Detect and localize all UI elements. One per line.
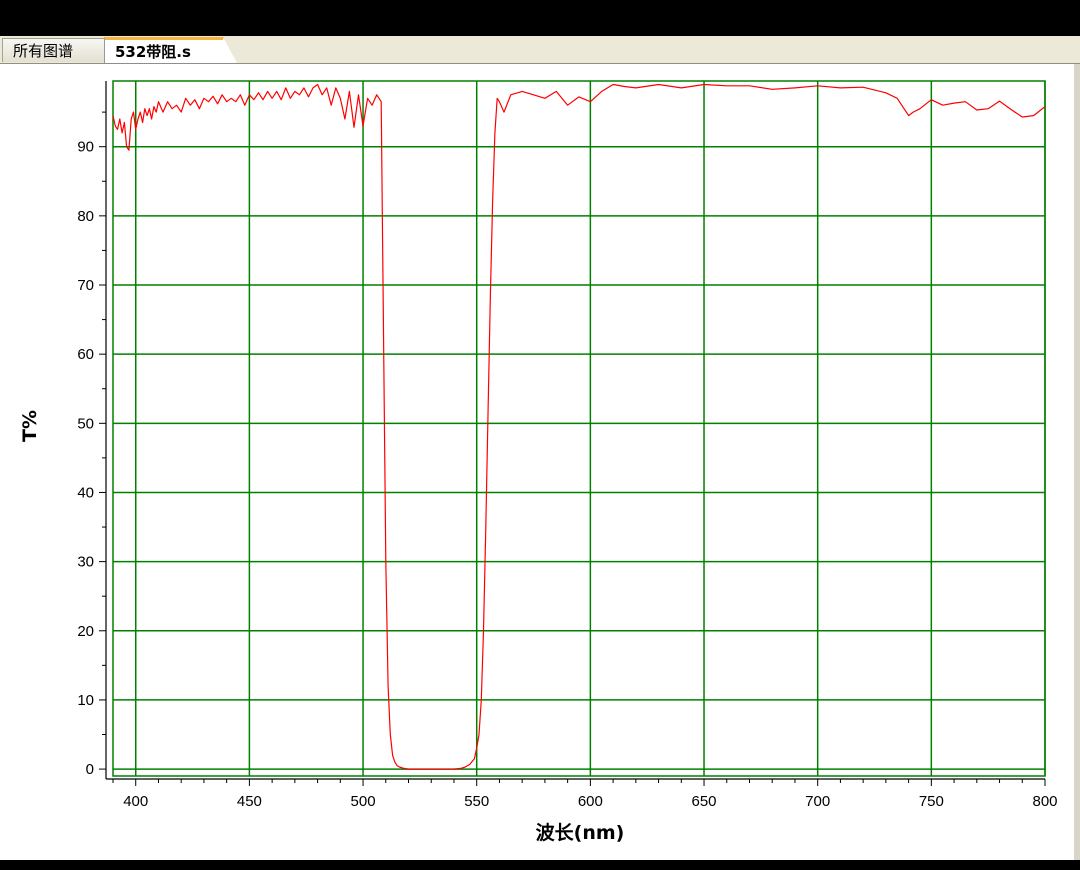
plot-frame xyxy=(112,80,1046,777)
y-tick-label: 60 xyxy=(77,346,94,363)
tab-strip: 所有图谱 532带阻.s xyxy=(0,36,1080,64)
x-tick-label: 500 xyxy=(351,793,376,810)
grid xyxy=(112,80,1046,777)
spectrum-chart: 400 450 500 550 600 650 700 750 800 0 10 20 30 40 50 60… xyxy=(19,80,1058,844)
y-axis-title: T% xyxy=(19,410,41,442)
transmission-curve xyxy=(112,83,1046,770)
y-tick-label: 90 xyxy=(77,139,94,156)
y-tick-label: 0 xyxy=(86,761,94,778)
x-tick-label: 700 xyxy=(805,793,830,810)
x-axis-title: 波长(nm) xyxy=(536,821,625,844)
tab-532-bandstop[interactable]: 532带阻.s xyxy=(104,37,237,63)
y-tick-label: 40 xyxy=(77,484,94,501)
y-tick-label: 50 xyxy=(77,415,94,432)
y-tick-label: 10 xyxy=(77,692,94,709)
x-tick-label: 450 xyxy=(237,793,262,810)
tab-all-spectra[interactable]: 所有图谱 xyxy=(2,38,106,62)
tick-labels: 400 450 500 550 600 650 700 750 800 0 10 20 30 40 50 60… xyxy=(77,139,1057,810)
x-tick-label: 650 xyxy=(692,793,717,810)
x-tick-label: 400 xyxy=(123,793,148,810)
axes xyxy=(99,81,1046,786)
x-tick-label: 800 xyxy=(1032,793,1057,810)
x-tick-label: 600 xyxy=(578,793,603,810)
y-tick-label: 20 xyxy=(77,623,94,640)
bottom-bar xyxy=(0,860,1080,870)
y-tick-label: 80 xyxy=(77,208,94,225)
y-tick-label: 70 xyxy=(77,277,94,294)
y-tick-label: 30 xyxy=(77,554,94,571)
series-layer xyxy=(112,83,1046,770)
x-tick-label: 550 xyxy=(464,793,489,810)
x-tick-label: 750 xyxy=(919,793,944,810)
